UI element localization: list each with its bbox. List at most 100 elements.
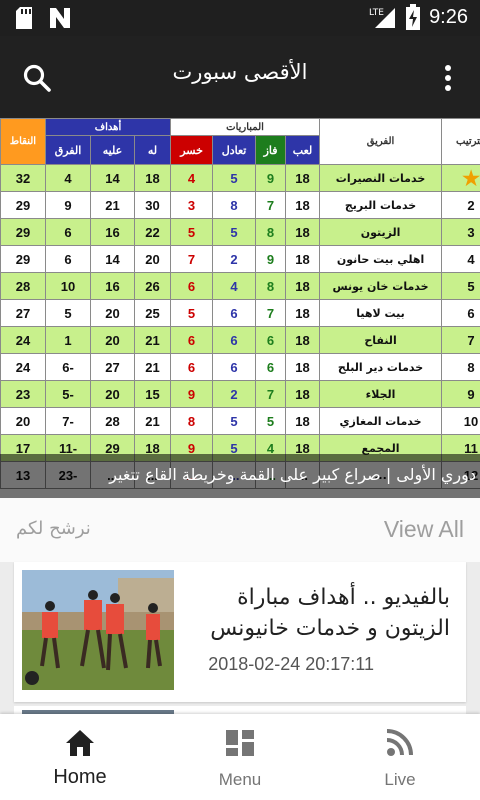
standings-cell-team: الزيتون bbox=[319, 218, 443, 246]
article-card[interactable]: بالفيديو .. أهداف مباراة الزيتون و خدمات… bbox=[14, 562, 466, 702]
standings-cell-l: 6 bbox=[170, 272, 214, 300]
standings-cell-pts: 28 bbox=[0, 272, 46, 300]
standings-cell-d: 2 bbox=[212, 380, 257, 408]
n-notification-icon bbox=[50, 8, 70, 28]
standings-cell-team: اهلي بيت حانون bbox=[319, 245, 443, 273]
standings-cell-team: خدمات المغازي bbox=[319, 407, 443, 435]
standings-cell-l: 8 bbox=[170, 407, 214, 435]
standings-cell-ga: 16 bbox=[90, 272, 135, 300]
standings-row: 20 7- 28 21 8 5 5 18 خدمات المغازي 10 bbox=[0, 407, 480, 435]
standings-cell-rank: 6 bbox=[441, 299, 480, 327]
home-icon bbox=[66, 730, 94, 756]
standings-cell-d: 6 bbox=[212, 299, 257, 327]
standings-cell-l: 3 bbox=[170, 191, 214, 219]
standings-cell-d: 8 bbox=[212, 191, 257, 219]
standings-cell-gf: 22 bbox=[133, 218, 172, 246]
standings-cell-rank: 2 bbox=[441, 191, 480, 219]
standings-cell-ga: 14 bbox=[90, 245, 135, 273]
standings-cell-l: 5 bbox=[170, 218, 214, 246]
standings-cell-l: 6 bbox=[170, 326, 214, 354]
standings-cell-team: خدمات النصيرات bbox=[319, 164, 443, 192]
standings-cell-p: 18 bbox=[285, 353, 321, 381]
standings-cell-p: 18 bbox=[285, 245, 321, 273]
standings-cell-rank: 8 bbox=[441, 353, 480, 381]
battery-charging-icon bbox=[406, 4, 421, 30]
standings-row: 29 6 16 22 5 5 8 18 الزيتون 3 bbox=[0, 218, 480, 246]
standings-cell-w: 6 bbox=[255, 326, 287, 354]
app-title: الأقصى سبورت bbox=[172, 60, 308, 84]
view-all-link[interactable]: View All bbox=[384, 516, 464, 543]
standings-cell-w: 7 bbox=[255, 191, 287, 219]
standings-cell-l: 7 bbox=[170, 245, 214, 273]
header-played: لعب bbox=[285, 135, 321, 165]
standings-row: 32 4 14 18 4 5 9 18 خدمات النصيرات ★ bbox=[0, 164, 480, 192]
standings-cell-team: خدمات دير البلح bbox=[319, 353, 443, 381]
standings-cell-gf: 18 bbox=[133, 164, 172, 192]
standings-cell-ga: 20 bbox=[90, 380, 135, 408]
standings-cell-ga: 21 bbox=[90, 191, 135, 219]
sd-card-icon bbox=[16, 7, 32, 29]
signal-lte-icon: LTE bbox=[369, 8, 396, 28]
standings-cell-ga: 16 bbox=[90, 218, 135, 246]
header-for: له bbox=[133, 135, 172, 165]
header-draw: تعادل bbox=[212, 135, 257, 165]
standings-cell-team: خدمات البريج bbox=[319, 191, 443, 219]
standings-cell-diff: 7- bbox=[45, 407, 91, 435]
standings-cell-diff: 6 bbox=[45, 245, 91, 273]
standings-cell-gf: 20 bbox=[133, 245, 172, 273]
standings-row: 24 1 20 21 6 6 6 18 النفاح 7 bbox=[0, 326, 480, 354]
status-time: 9:26 bbox=[429, 5, 468, 28]
standings-cell-ga: 14 bbox=[90, 164, 135, 192]
standings-row: 29 9 21 30 3 8 7 18 خدمات البريج 2 bbox=[0, 191, 480, 219]
dashboard-icon bbox=[226, 730, 254, 756]
nav-menu[interactable]: Menu bbox=[160, 714, 320, 800]
standings-cell-w: 9 bbox=[255, 164, 287, 192]
standings-cell-rank: 3 bbox=[441, 218, 480, 246]
standings-cell-p: 18 bbox=[285, 380, 321, 408]
standings-cell-rank: 5 bbox=[441, 272, 480, 300]
standings-cell-diff: 4 bbox=[45, 164, 91, 192]
standings-cell-p: 18 bbox=[285, 164, 321, 192]
header-matches: المباريات bbox=[170, 118, 321, 136]
standings-cell-p: 18 bbox=[285, 218, 321, 246]
featured-post-image[interactable]: النقاط أهداف المباريات الفريق الترتيب ال… bbox=[0, 118, 480, 498]
standings-cell-gf: 21 bbox=[133, 353, 172, 381]
article-title[interactable]: بالفيديو .. أهداف مباراة الزيتون و خدمات… bbox=[182, 582, 450, 644]
nav-live[interactable]: Live bbox=[320, 714, 480, 800]
recommended-label: نرشح لكم bbox=[16, 518, 91, 539]
standings-cell-rank: 4 bbox=[441, 245, 480, 273]
standings-cell-team: بيت لاهيا bbox=[319, 299, 443, 327]
standings-cell-rank: 10 bbox=[441, 407, 480, 435]
standings-cell-pts: 24 bbox=[0, 353, 46, 381]
standings-cell-pts: 24 bbox=[0, 326, 46, 354]
more-vert-icon[interactable] bbox=[444, 64, 452, 92]
standings-cell-diff: 5- bbox=[45, 380, 91, 408]
header-points: النقاط bbox=[0, 118, 46, 165]
standings-cell-p: 18 bbox=[285, 326, 321, 354]
header-diff: الفرق bbox=[45, 135, 91, 165]
nav-home-label: Home bbox=[53, 766, 107, 788]
standings-cell-d: 4 bbox=[212, 272, 257, 300]
standings-row: 24 6- 27 21 6 6 6 18 خدمات دير البلح 8 bbox=[0, 353, 480, 381]
featured-caption[interactable]: دوري الأولى | صراع كبير على القمة وخريطة… bbox=[109, 465, 476, 484]
status-bar: LTE 9:26 bbox=[0, 0, 480, 36]
header-team: الفريق bbox=[319, 118, 443, 165]
standings-cell-pts: 32 bbox=[0, 164, 46, 192]
nav-live-label: Live bbox=[384, 770, 416, 789]
standings-cell-gf: 26 bbox=[133, 272, 172, 300]
standings-cell-gf: 25 bbox=[133, 299, 172, 327]
standings-cell-w: 7 bbox=[255, 380, 287, 408]
standings-cell-d: 5 bbox=[212, 218, 257, 246]
header-against: عليه bbox=[90, 135, 135, 165]
nav-home[interactable]: Home bbox=[0, 714, 160, 800]
standings-cell-l: 6 bbox=[170, 353, 214, 381]
header-rank: الترتيب bbox=[441, 118, 480, 165]
standings-cell-w: 9 bbox=[255, 245, 287, 273]
standings-cell-d: 2 bbox=[212, 245, 257, 273]
standings-cell-pts: 23 bbox=[0, 380, 46, 408]
standings-cell-rank: ★ bbox=[441, 164, 480, 192]
standings-cell-ga: 27 bbox=[90, 353, 135, 381]
standings-cell-rank: 7 bbox=[441, 326, 480, 354]
standings-cell-l: 4 bbox=[170, 164, 214, 192]
standings-cell-ga: 20 bbox=[90, 299, 135, 327]
